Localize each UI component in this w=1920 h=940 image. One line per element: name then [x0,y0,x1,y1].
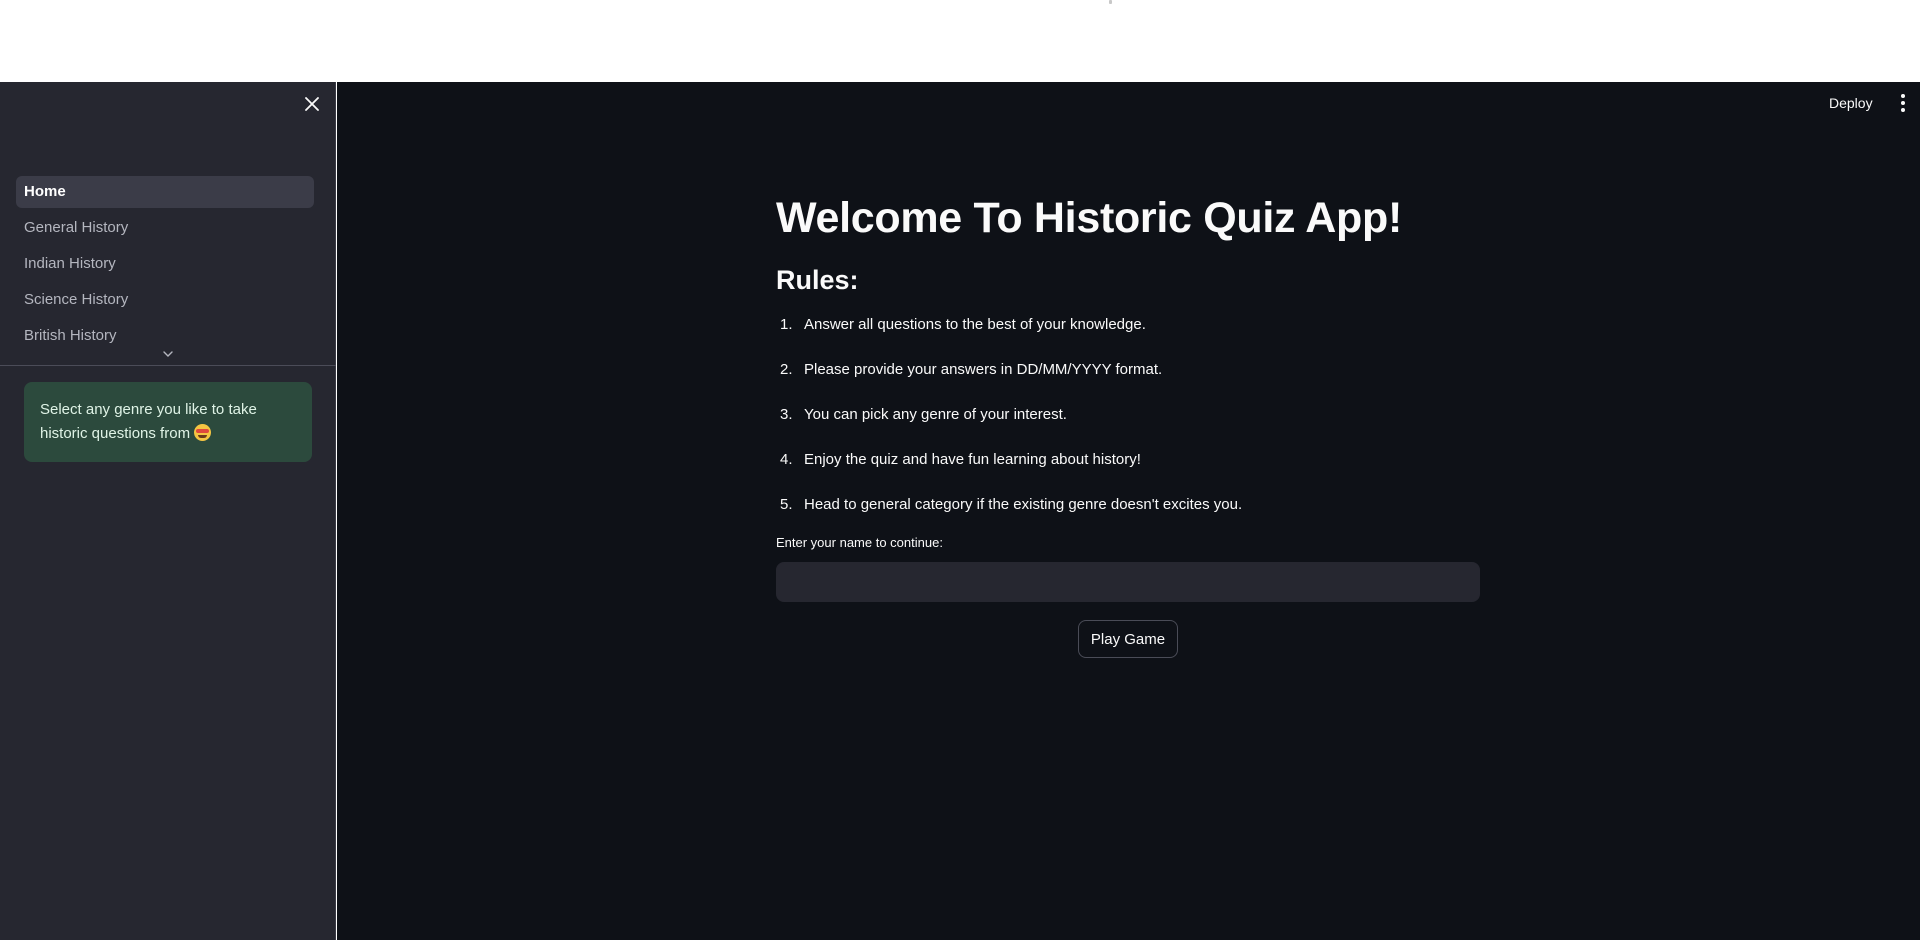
sidebar-item-home[interactable]: Home [16,176,314,208]
list-item: 1. Answer all questions to the best of yo… [780,316,1146,333]
app-root: Home General History Indian History Scie… [0,82,1920,940]
rules-list: 1. Answer all questions to the best of yo… [776,311,1480,536]
deploy-button[interactable]: Deploy [1829,92,1873,114]
sidebar-item-indian-history[interactable]: Indian History [16,248,314,280]
browser-top-area [0,0,1920,82]
top-divider-mark [1109,0,1112,4]
list-item: 5. Head to general category if the existi… [780,496,1243,513]
main-content: Welcome To Historic Quiz App! Rules: 1. A… [776,192,1480,658]
info-alert: Select any genre you like to take histor… [24,382,312,462]
more-vertical-icon[interactable] [1893,92,1913,114]
rules-heading: Rules: [776,265,859,295]
close-sidebar-icon[interactable] [300,92,324,116]
info-alert-text: Select any genre you like to take histor… [40,401,257,442]
sidebar: Home General History Indian History Scie… [0,82,336,940]
play-button-row: Play Game [776,620,1480,658]
sidebar-item-science-history[interactable]: Science History [16,284,314,316]
sidebar-item-general-history[interactable]: General History [16,212,314,244]
play-game-button[interactable]: Play Game [1077,620,1179,658]
main-area: Deploy Welcome To Historic Quiz App! Rul… [337,82,1920,940]
chevron-down-icon[interactable] [160,348,176,360]
sidebar-divider [0,365,336,366]
heart-eyes-emoji-icon [194,424,212,441]
name-input[interactable] [776,562,1480,602]
page-title: Welcome To Historic Quiz App! [776,194,1402,242]
name-field-label: Enter your name to continue: [776,535,943,550]
sidebar-nav: Home General History Indian History Scie… [16,176,314,356]
list-item: 4. Enjoy the quiz and have fun learning a… [780,451,1141,468]
list-item: 3. You can pick any genre of your interes… [780,406,1067,423]
list-item: 2. Please provide your answers in DD/MM/Y… [780,361,1163,378]
